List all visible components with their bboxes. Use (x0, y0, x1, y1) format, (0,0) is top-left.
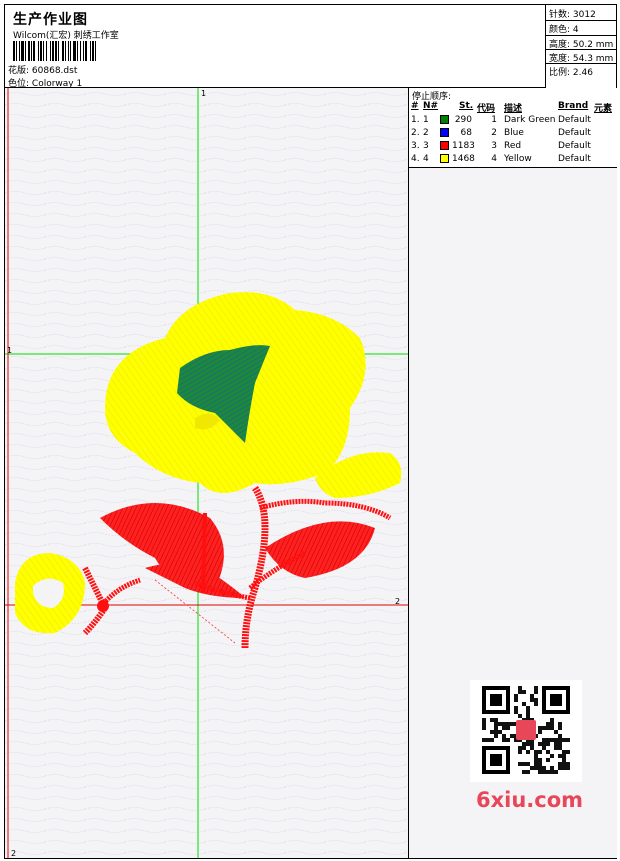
stitch-count: 针数: 3012 (549, 10, 596, 20)
guide-label-v2: 2 (11, 849, 16, 858)
row-index: 1. (411, 115, 420, 125)
color-count: 颜色: 4 (549, 25, 579, 35)
row-brand: Default (558, 141, 591, 151)
row-stitches: 68 (460, 128, 472, 138)
row-code: 1 (491, 115, 497, 125)
color-swatch (440, 128, 449, 137)
col-header-description: 描述 (504, 104, 523, 114)
page-title: 生产作业图 (13, 12, 88, 28)
col-header-element: 元素 (594, 104, 613, 114)
col-header-number: N# (423, 101, 439, 111)
stop-sequence-panel: 停止顺序: # N# St. 代码 描述 Brand 元素 1. 1 290 1… (409, 88, 617, 168)
row-brand: Default (558, 128, 591, 138)
design-scale: 比例: 2.46 (549, 68, 593, 78)
design-file-label: 花版: (8, 66, 30, 76)
row-stitches: 290 (454, 115, 472, 125)
row-number: 4 (423, 154, 429, 164)
color-swatch (440, 115, 449, 124)
row-code: 2 (491, 128, 497, 138)
col-header-brand: Brand (558, 101, 589, 111)
color-swatch (440, 141, 449, 150)
row-description: Yellow (504, 154, 532, 164)
row-code: 4 (491, 154, 497, 164)
guide-label-v1: 1 (201, 89, 206, 98)
embroidery-preview: 1 1 2 2 (5, 88, 408, 858)
divider (546, 20, 616, 21)
divider (546, 49, 616, 50)
design-file-value: 60868.dst (31, 66, 78, 76)
color-swatch (440, 154, 449, 163)
row-description: Red (504, 141, 522, 151)
col-header-code: 代码 (477, 104, 496, 114)
row-index: 2. (411, 128, 420, 138)
qr-code-graphic (482, 686, 570, 774)
barcode-image (13, 41, 137, 61)
row-stitches: 1183 (452, 141, 475, 151)
stats-panel: 针数: 3012 颜色: 4 高度: 50.2 mm 宽度: 54.3 mm 比… (546, 5, 617, 88)
row-brand: Default (558, 154, 591, 164)
studio-name: Wilcom(汇宏) 刺绣工作室 (13, 31, 119, 41)
header-panel: 生产作业图 Wilcom(汇宏) 刺绣工作室 花版: 60868.dst 色位:… (5, 5, 546, 89)
row-number: 2 (423, 128, 429, 138)
row-number: 1 (423, 115, 429, 125)
design-file-row: 花版: 60868.dst (8, 63, 77, 76)
design-canvas: 1 1 2 2 (5, 88, 409, 858)
col-header-index: # (411, 101, 419, 111)
divider (546, 63, 616, 64)
watermark-logo: 6xiu.com (476, 788, 584, 812)
row-index: 3. (411, 141, 420, 151)
row-stitches: 1468 (452, 154, 475, 164)
row-index: 4. (411, 154, 420, 164)
row-code: 3 (491, 141, 497, 151)
qr-code-image (470, 680, 582, 782)
row-description: Blue (504, 128, 524, 138)
guide-label-h2: 2 (395, 597, 400, 606)
row-brand: Default (558, 115, 591, 125)
row-number: 3 (423, 141, 429, 151)
row-description: Dark Green (504, 115, 556, 125)
col-header-stitches: St. (459, 101, 474, 111)
guide-label-h1: 1 (7, 346, 12, 355)
divider (546, 35, 616, 36)
